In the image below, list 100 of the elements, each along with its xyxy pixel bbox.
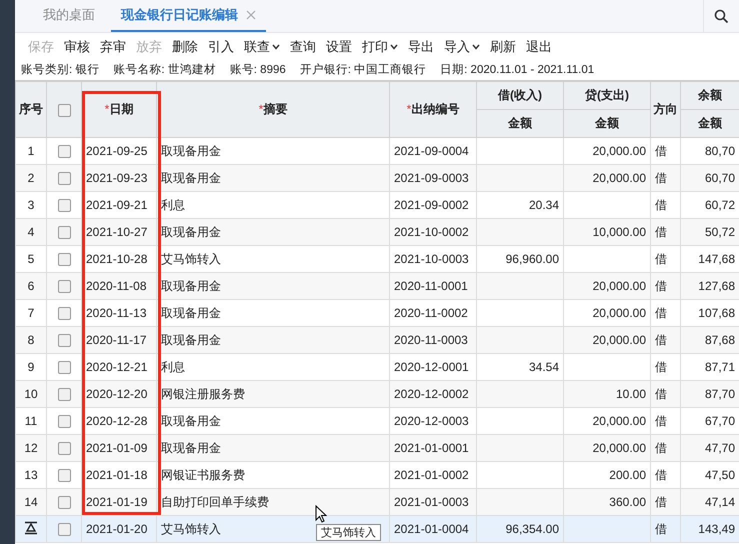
row-checkbox[interactable] [58, 253, 70, 266]
table-cell: 取现备用金 [161, 440, 221, 454]
table-cell: 借 [655, 468, 667, 482]
row-checkbox[interactable] [58, 442, 70, 456]
row-checkbox[interactable] [58, 280, 70, 294]
toolbar-button[interactable]: 审核 [59, 37, 95, 57]
table-cell: 87,68 [704, 333, 735, 347]
row-number: 12 [24, 441, 38, 455]
toolbar-button[interactable]: 导入 [439, 37, 485, 57]
table-cell: 360.00 [609, 495, 646, 509]
row-checkbox[interactable] [58, 523, 70, 536]
table-row[interactable]: 14 2021-01-19 自助打印回单手续费 2021-01-0003 360.00 借 47,14 [16, 488, 739, 516]
row-checkbox[interactable] [58, 469, 70, 482]
table-cell: 2020-11-13 [86, 306, 146, 320]
table-row[interactable]: 2 2021-09-23 取现备用金 2021-09-0003 20,000.00 借 60,70 [16, 164, 739, 192]
column-header: *日期 [82, 82, 156, 138]
table-cell: 借 [655, 198, 667, 212]
table-cell: 借 [655, 252, 667, 266]
table-cell: 借 [655, 414, 667, 428]
toolbar-button[interactable]: 查询 [285, 37, 321, 57]
table-cell: 取现备用金 [161, 332, 221, 346]
mouse-cursor-icon [315, 505, 327, 523]
table-cell: 127,68 [698, 279, 735, 293]
table-row[interactable]: 4 2021-10-27 取现备用金 2021-10-0002 10,000.00 借 50,72 [16, 218, 739, 246]
account-info-text: 账号类别: 银行 [21, 62, 100, 77]
table-cell: 借 [655, 170, 667, 184]
table-cell: 60,72 [704, 198, 735, 212]
table-cell: 网银证书服务费 [161, 468, 245, 482]
row-checkbox[interactable] [58, 307, 70, 320]
table-cell: 2020-12-21 [86, 360, 148, 374]
toolbar-button[interactable]: 退出 [521, 37, 557, 57]
row-checkbox[interactable] [58, 415, 70, 428]
table-cell: 2021-09-0003 [394, 171, 469, 185]
table-cell: 2020-12-0003 [394, 414, 469, 428]
tooltip: 艾马饰转入 [316, 524, 381, 541]
close-icon[interactable] [246, 10, 256, 20]
row-checkbox[interactable] [58, 388, 70, 402]
table-cell: 60,70 [704, 171, 735, 185]
toolbar-button[interactable]: 打印 [357, 37, 403, 57]
edit-row-icon[interactable] [24, 520, 38, 534]
toolbar-button[interactable]: 引入 [203, 37, 239, 57]
row-number: 6 [28, 279, 34, 293]
table-cell: 借 [655, 386, 667, 400]
table-cell: 取现备用金 [161, 278, 221, 292]
row-number: 9 [28, 360, 34, 374]
table-cell: 借 [655, 360, 667, 374]
row-number: 8 [28, 333, 34, 347]
table-cell: 20,000.00 [592, 333, 646, 347]
toolbar-button[interactable]: 导出 [403, 37, 439, 57]
table-cell: 2020-12-20 [86, 387, 148, 401]
table-cell: 2021-10-0003 [394, 252, 469, 266]
table-cell: 96,960.00 [506, 252, 559, 266]
column-subheader: 金额 [476, 110, 564, 138]
table-cell: 取现备用金 [161, 170, 221, 184]
table-cell: 47,50 [704, 468, 735, 482]
select-all-checkbox[interactable] [58, 104, 70, 117]
table-cell: 自助打印回单手续费 [161, 494, 269, 508]
toolbar-button[interactable]: 弃审 [95, 37, 131, 57]
table-cell: 借 [655, 278, 667, 292]
row-checkbox[interactable] [58, 496, 70, 510]
column-header: 贷(支出) [564, 82, 650, 110]
table-cell: 利息 [161, 360, 185, 374]
row-number: 4 [28, 225, 34, 239]
table-cell: 2021-01-09 [86, 441, 148, 455]
account-info-text: 开户银行: 中国工商银行 [300, 62, 426, 77]
table-cell: 2021-09-21 [86, 198, 148, 212]
column-subheader: 金额 [564, 110, 650, 138]
table-cell: 2021-10-0002 [394, 225, 469, 239]
row-checkbox[interactable] [58, 361, 70, 374]
table-row[interactable]: 10 2020-12-20 网银注册服务费 2020-12-0002 10.00 借 87,70 [16, 380, 739, 408]
table-cell: 2020-12-28 [86, 414, 148, 428]
table-cell: 2020-12-0002 [394, 387, 469, 401]
table-cell: 20,000.00 [592, 279, 646, 293]
row-checkbox[interactable] [58, 172, 70, 186]
row-checkbox[interactable] [58, 199, 70, 212]
tab-label: 现金银行日记账编辑 [121, 6, 238, 24]
row-number: 2 [28, 171, 34, 185]
tab[interactable]: 现金银行日记账编辑 [111, 6, 266, 32]
row-checkbox[interactable] [58, 334, 70, 348]
table-cell: 96,354.00 [506, 522, 559, 536]
table-cell: 67,70 [704, 414, 735, 428]
search-icon[interactable] [714, 8, 729, 24]
table-cell: 2021-10-28 [86, 252, 148, 266]
table-row[interactable]: 8 2020-11-17 取现备用金 2020-11-0003 20,000.00 借 87,68 [16, 326, 739, 354]
table-row[interactable]: 12 2021-01-09 取现备用金 2021-01-0001 20,000.00 借 47,70 [16, 434, 739, 462]
toolbar-button[interactable]: 设置 [321, 37, 357, 57]
row-number: 3 [28, 198, 34, 212]
table-row[interactable]: 6 2020-11-08 取现备用金 2020-11-0001 20,000.00 借 127,68 [16, 272, 739, 300]
table-cell: 2021-09-0004 [394, 144, 469, 158]
table-cell: 借 [655, 306, 667, 320]
table-cell: 2020-11-0003 [394, 333, 468, 347]
toolbar-button[interactable]: 刷新 [485, 37, 521, 57]
caret-icon [472, 44, 480, 50]
row-checkbox[interactable] [58, 226, 70, 240]
table-cell: 20,000.00 [592, 144, 646, 158]
toolbar-button[interactable]: 联查 [239, 37, 285, 57]
table-cell: 借 [655, 522, 667, 536]
table-cell: 借 [655, 494, 667, 508]
row-checkbox[interactable] [58, 145, 70, 158]
toolbar-button[interactable]: 删除 [167, 37, 203, 57]
